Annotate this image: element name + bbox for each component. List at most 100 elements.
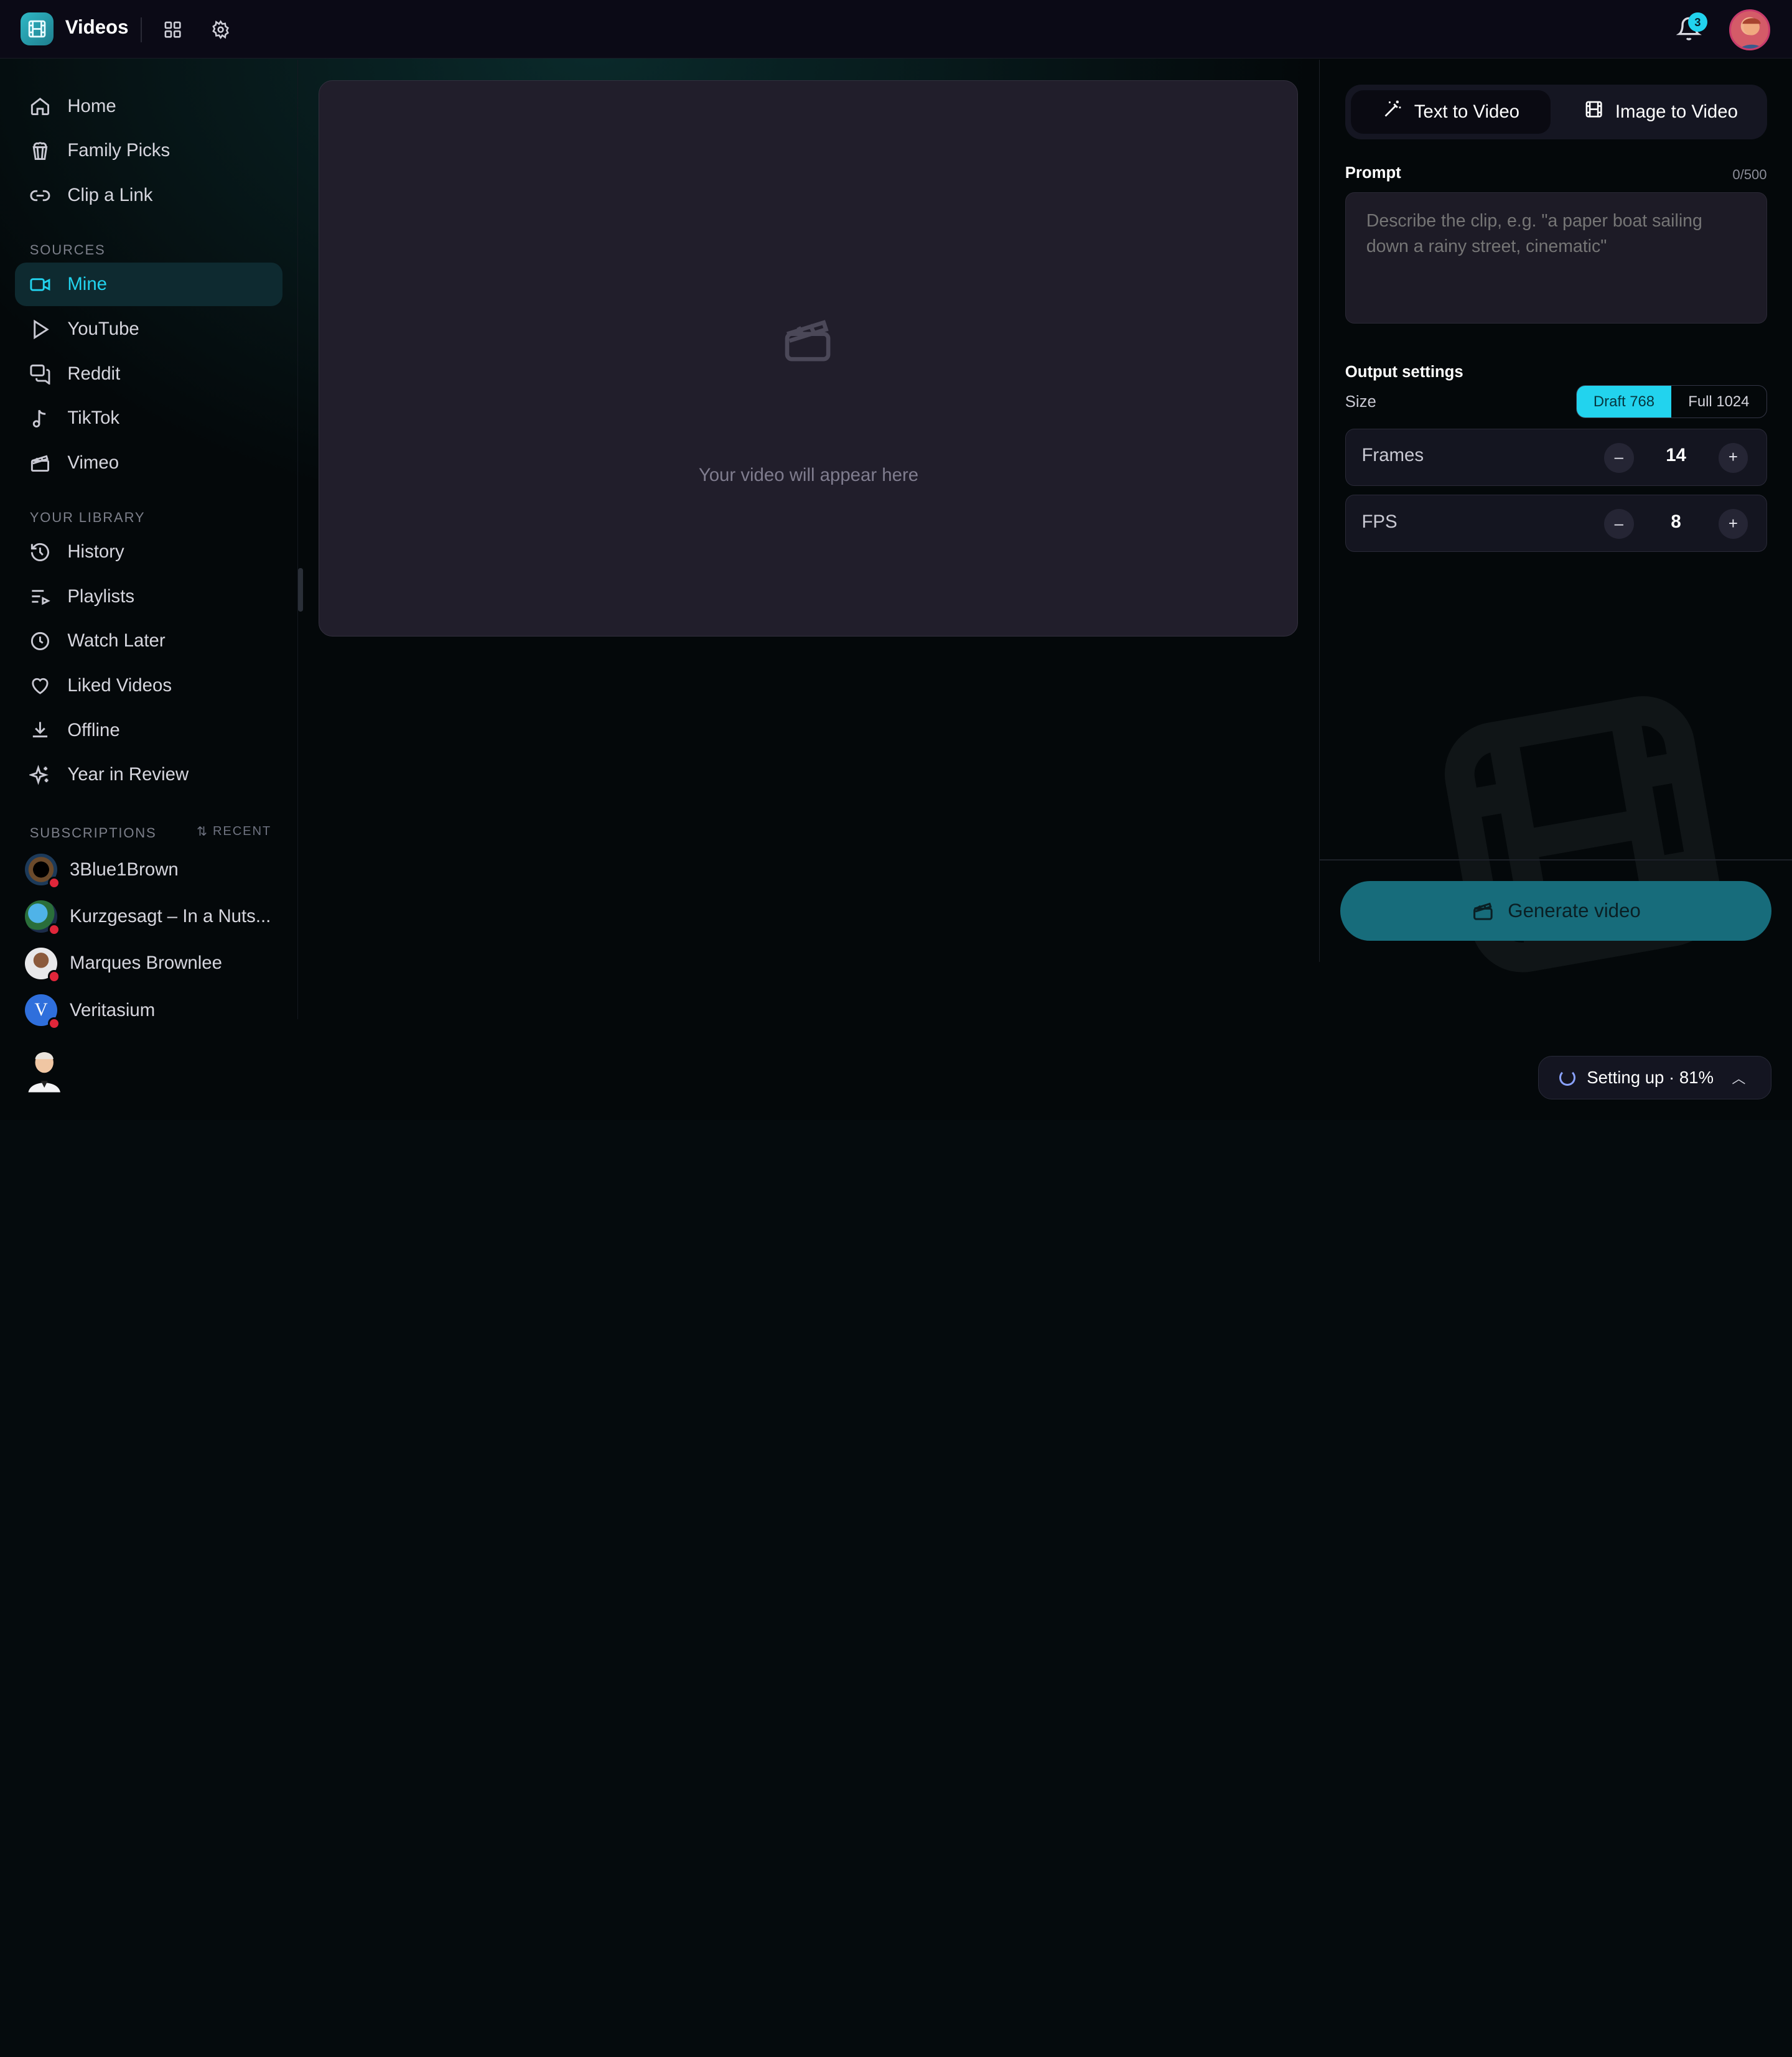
preview-empty-message: Your video will appear here	[698, 464, 919, 485]
clapperboard-icon	[780, 311, 835, 366]
sidebar-item-offline[interactable]: Offline	[15, 709, 282, 752]
tab-label: Text to Video	[1414, 101, 1520, 122]
sidebar-item-label: TikTok	[67, 408, 120, 429]
fps-decrement-button[interactable]: –	[1603, 509, 1634, 539]
history-icon	[29, 541, 52, 564]
sidebar-item-label: History	[67, 541, 124, 562]
size-label: Size	[1345, 393, 1376, 411]
grid-icon[interactable]	[160, 17, 185, 42]
sources-heading: SOURCES	[29, 242, 106, 258]
app-title: Videos	[65, 16, 129, 38]
live-indicator	[48, 970, 61, 983]
fps-increment-button[interactable]: +	[1718, 509, 1748, 539]
playlist-icon	[29, 585, 52, 608]
panel-divider	[1320, 859, 1792, 861]
heart-icon	[29, 674, 52, 697]
prompt-input[interactable]	[1345, 192, 1767, 324]
sidebar-item-reddit[interactable]: Reddit	[15, 352, 282, 396]
gear-icon[interactable]	[208, 17, 233, 42]
generate-video-button[interactable]: Generate video	[1340, 881, 1771, 941]
prompt-char-counter: 0/500	[1732, 167, 1767, 183]
sidebar-item-label: Family Picks	[67, 140, 170, 161]
generate-label: Generate video	[1508, 899, 1641, 921]
fps-value: 8	[1671, 511, 1681, 532]
sidebar-item-label: YouTube	[67, 318, 139, 339]
prompt-label: Prompt	[1345, 164, 1401, 182]
sidebar-item-clip-a-link[interactable]: Clip a Link	[15, 174, 282, 217]
app-logo-icon[interactable]	[21, 12, 54, 46]
app-window: Videos 3 Home Family Picks Clip a Link S…	[0, 0, 1792, 1120]
subscription-item[interactable]: V Veritasium	[25, 993, 156, 1030]
channel-avatar	[25, 900, 61, 936]
channel-name: Marques Brownlee	[70, 953, 222, 974]
sidebar-item-tiktok[interactable]: TikTok	[15, 396, 282, 440]
profile-avatar[interactable]	[25, 1047, 63, 1093]
notification-badge: 3	[1687, 12, 1708, 32]
channel-name: Kurzgesagt – In a Nuts...	[70, 906, 271, 927]
sidebar-item-label: Watch Later	[67, 630, 166, 651]
sidebar-item-home[interactable]: Home	[15, 85, 282, 128]
sidebar-item-year-in-review[interactable]: Year in Review	[15, 753, 282, 796]
subscription-item[interactable]: 3Blue1Brown	[25, 852, 179, 889]
sidebar-item-label: Home	[67, 95, 116, 116]
sort-icon: ⇅	[196, 825, 208, 839]
channel-avatar: V	[25, 994, 61, 1030]
film-icon	[1584, 100, 1603, 124]
clapperboard-icon	[29, 451, 52, 474]
sidebar-resize-handle[interactable]	[298, 567, 303, 612]
tab-image-to-video[interactable]: Image to Video	[1561, 90, 1761, 134]
setup-status-toast[interactable]: Setting up · 81% ︿	[1538, 1056, 1771, 1099]
spinner-icon	[1559, 1070, 1575, 1086]
sidebar-item-history[interactable]: History	[15, 530, 282, 574]
frames-stepper: Frames – 14 +	[1345, 428, 1767, 486]
subscription-item[interactable]: Kurzgesagt – In a Nuts...	[25, 899, 271, 936]
sidebar-item-label: Liked Videos	[67, 675, 172, 696]
status-text: Setting up · 81%	[1587, 1068, 1714, 1087]
video-camera-icon	[29, 273, 52, 296]
sidebar-item-family-picks[interactable]: Family Picks	[15, 129, 282, 173]
sidebar-item-vimeo[interactable]: Vimeo	[15, 441, 282, 485]
user-avatar[interactable]	[1729, 9, 1771, 50]
magic-wand-icon	[1382, 99, 1402, 124]
link-icon	[29, 184, 52, 207]
sort-recent-button[interactable]: ⇅ RECENT	[197, 824, 271, 839]
sidebar-item-playlists[interactable]: Playlists	[15, 575, 282, 618]
sidebar-item-liked-videos[interactable]: Liked Videos	[15, 664, 282, 707]
recent-label: RECENT	[213, 824, 272, 839]
frames-increment-button[interactable]: +	[1718, 442, 1748, 473]
sidebar-item-label: Playlists	[67, 585, 135, 607]
sidebar-item-label: Vimeo	[67, 452, 119, 473]
channel-avatar	[25, 947, 61, 983]
subscriptions-heading: SUBSCRIPTIONS	[29, 825, 157, 841]
sidebar-item-label: Mine	[67, 274, 107, 295]
sidebar-item-mine[interactable]: Mine	[14, 263, 282, 307]
sidebar-item-label: Reddit	[67, 363, 121, 384]
output-settings-heading: Output settings	[1345, 363, 1463, 381]
channel-name: 3Blue1Brown	[70, 859, 179, 880]
fps-label: FPS	[1361, 511, 1398, 532]
frames-decrement-button[interactable]: –	[1603, 442, 1634, 473]
sidebar-item-label: Year in Review	[67, 764, 189, 785]
tab-label: Image to Video	[1615, 101, 1738, 122]
film-watermark-icon	[1444, 696, 1721, 973]
size-selector: Draft 768 Full 1024	[1575, 385, 1767, 419]
chevron-up-icon: ︿	[1732, 1071, 1746, 1086]
subscription-item[interactable]: Marques Brownlee	[25, 946, 222, 983]
mode-tabs: Text to Video Image to Video	[1345, 84, 1767, 140]
download-icon	[29, 719, 52, 742]
tab-text-to-video[interactable]: Text to Video	[1350, 90, 1551, 134]
chat-icon	[29, 362, 52, 385]
clock-icon	[29, 630, 52, 653]
frames-value: 14	[1666, 445, 1686, 466]
sidebar-item-label: Offline	[67, 719, 120, 740]
top-bar: Videos 3	[0, 0, 1792, 58]
channel-avatar	[25, 854, 61, 889]
size-option-full[interactable]: Full 1024	[1671, 386, 1766, 417]
size-option-draft[interactable]: Draft 768	[1576, 385, 1672, 418]
channel-name: Veritasium	[70, 999, 156, 1020]
popcorn-icon	[29, 139, 52, 162]
sidebar-item-watch-later[interactable]: Watch Later	[15, 619, 282, 663]
clapperboard-icon	[1472, 899, 1495, 922]
sidebar-item-youtube[interactable]: YouTube	[15, 307, 282, 351]
frames-label: Frames	[1361, 445, 1424, 466]
